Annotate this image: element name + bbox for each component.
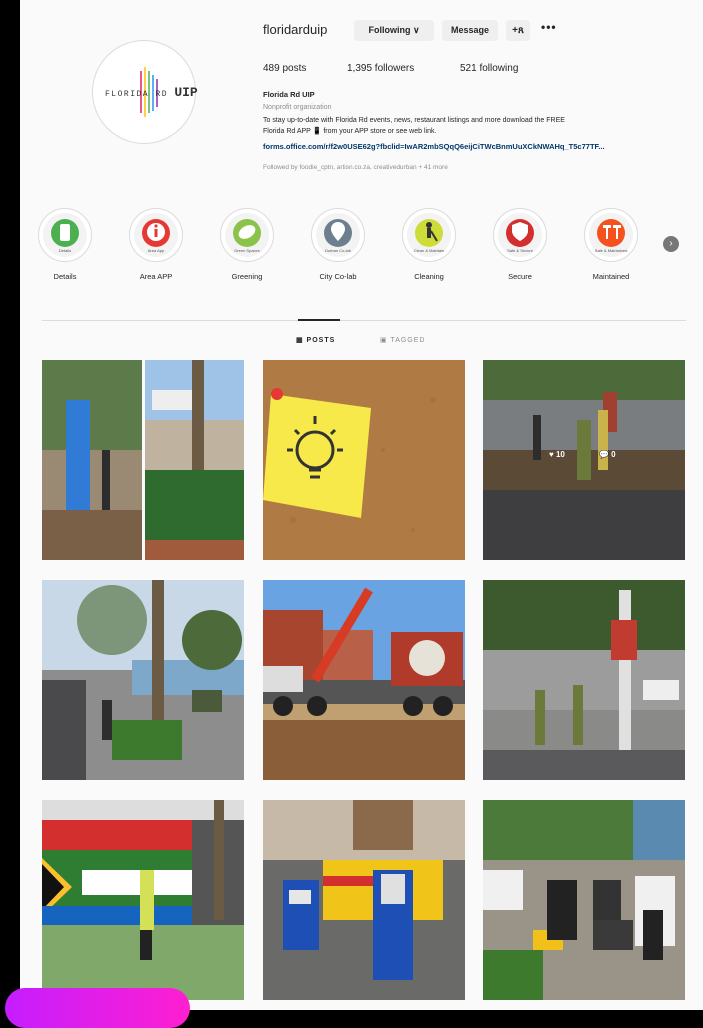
highlight-item[interactable]: Details Details (30, 208, 100, 281)
bio-name: Florida Rd UIP (263, 90, 315, 99)
highlight-item[interactable]: Area App Area APP (121, 208, 191, 281)
message-button[interactable]: Message (442, 20, 498, 41)
sweeper-icon: Clean & Maintain (414, 219, 444, 253)
info-icon: Area App (142, 219, 170, 253)
tab-divider (42, 320, 686, 321)
promo-pill[interactable] (5, 988, 190, 1028)
post-tile[interactable] (42, 360, 244, 560)
pin-icon: Durban Co-lab (324, 219, 352, 253)
profile-page: FLORIDA RD UIP floridarduip Following ∨ … (20, 0, 703, 1010)
logo-uip: UIP (174, 85, 198, 100)
post-image (42, 580, 244, 780)
highlight-ring[interactable]: Safe & Maintained (584, 208, 638, 262)
highlight-label: Secure (508, 272, 532, 281)
post-tile[interactable] (263, 580, 465, 780)
post-tile[interactable] (483, 580, 685, 780)
likes-badge: ♥ 10 (549, 450, 565, 459)
highlight-ring[interactable]: Green Spaces (220, 208, 274, 262)
post-tile[interactable] (483, 800, 685, 1000)
highlight-item[interactable]: Clean & Maintain Cleaning (394, 208, 464, 281)
tab-tagged[interactable]: ▣ TAGGED (380, 336, 425, 344)
highlight-ring[interactable]: Safe & Secure (493, 208, 547, 262)
comments-badge: 💬 0 (599, 450, 616, 459)
shield-icon: Safe & Secure (506, 219, 534, 253)
svg-text:Safe & Maintained: Safe & Maintained (595, 248, 628, 253)
followed-by[interactable]: Followed by foodie_cptn, artisn.co.za, c… (263, 164, 448, 171)
more-options-icon[interactable]: ••• (541, 20, 557, 34)
svg-text:Durban Co-lab: Durban Co-lab (325, 248, 352, 253)
following-button[interactable]: Following ∨ (354, 20, 434, 41)
post-image (42, 360, 244, 560)
chevron-right-icon[interactable]: › (663, 236, 679, 252)
highlight-cover: Details (43, 213, 87, 257)
highlight-ring[interactable]: Durban Co-lab (311, 208, 365, 262)
highlight-cover: Area App (134, 213, 178, 257)
highlight-cover: Safe & Maintained (589, 213, 633, 257)
bio-category: Nonprofit organization (263, 104, 332, 111)
add-user-button[interactable]: +ጸ (506, 20, 530, 41)
posts-count: 489 posts (263, 63, 307, 74)
post-tile[interactable] (263, 800, 465, 1000)
bio-text-line: Florida Rd APP 📱 from your APP store or … (263, 128, 437, 135)
post-tile[interactable] (263, 360, 465, 560)
highlight-label: Details (53, 272, 77, 281)
highlight-cover: Safe & Secure (498, 213, 542, 257)
highlight-ring[interactable]: Clean & Maintain (402, 208, 456, 262)
profile-username: floridarduip (263, 22, 328, 37)
svg-text:Safe & Secure: Safe & Secure (507, 248, 534, 253)
logo-letters: FLORIDA RD (105, 90, 169, 99)
tab-posts[interactable]: ▦ POSTS (296, 336, 335, 344)
post-image (483, 580, 685, 780)
highlight-cover: Clean & Maintain (407, 213, 451, 257)
phone-icon: Details (51, 219, 79, 253)
highlight-item[interactable]: Green Spaces Greening (212, 208, 282, 281)
following-count[interactable]: 521 following (460, 63, 518, 74)
post-image (483, 800, 685, 1000)
leaf-icon: Green Spaces (233, 219, 261, 253)
highlight-label: Maintained (592, 272, 630, 281)
post-image (263, 580, 465, 780)
bio-text-line: To stay up-to-date with Florida Rd event… (263, 117, 565, 124)
highlight-cover: Green Spaces (225, 213, 269, 257)
highlight-item[interactable]: Safe & Secure Secure (485, 208, 555, 281)
highlight-label: Greening (231, 272, 263, 281)
svg-text:Area App: Area App (148, 248, 165, 253)
profile-avatar[interactable]: FLORIDA RD UIP (92, 40, 198, 144)
svg-text:Details: Details (59, 248, 71, 253)
highlight-label: City Co-lab (319, 272, 357, 281)
post-tile[interactable] (42, 580, 244, 780)
highlight-item[interactable]: Safe & Maintained Maintained (576, 208, 646, 281)
highlight-ring[interactable]: Details (38, 208, 92, 262)
post-image (263, 360, 465, 560)
highlight-cover: Durban Co-lab (316, 213, 360, 257)
highlight-label: Cleaning (414, 272, 444, 281)
post-image (42, 800, 244, 1000)
svg-text:Clean & Maintain: Clean & Maintain (414, 248, 444, 253)
tools-icon: Safe & Maintained (595, 219, 628, 253)
followers-count[interactable]: 1,395 followers (347, 63, 414, 74)
post-image (263, 800, 465, 1000)
highlight-item[interactable]: Durban Co-lab City Co-lab (303, 208, 373, 281)
bio-link[interactable]: forms.office.com/r/f2w0USE62g?fbclid=IwA… (263, 142, 605, 151)
active-tab-indicator (298, 319, 340, 321)
post-tile[interactable] (42, 800, 244, 1000)
highlight-ring[interactable]: Area App (129, 208, 183, 262)
post-image (483, 360, 685, 560)
svg-text:Green Spaces: Green Spaces (234, 248, 260, 253)
highlight-label: Area APP (139, 272, 173, 281)
post-tile[interactable]: ♥ 10 💬 0 (483, 360, 685, 560)
logo-text: FLORIDA RD UIP (105, 85, 198, 100)
